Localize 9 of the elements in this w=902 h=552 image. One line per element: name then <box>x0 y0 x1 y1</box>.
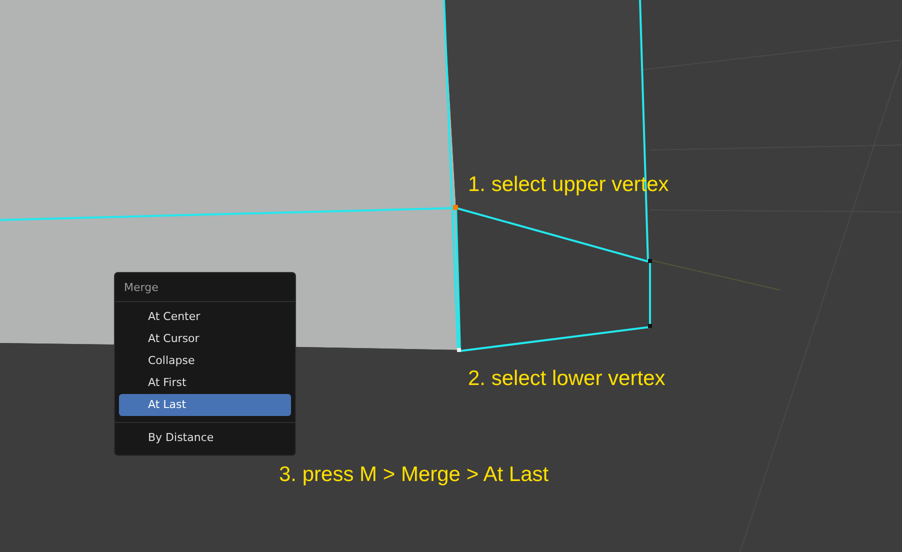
annotation-text: 3. press M > Merge > At Last <box>279 462 549 488</box>
menu-title: Merge <box>123 280 160 296</box>
menu-item[interactable]: Collapse <box>119 350 291 372</box>
menu-item[interactable]: At Last <box>119 394 291 416</box>
menu-item[interactable]: At First <box>119 372 291 394</box>
menu-item[interactable]: At Center <box>119 306 291 328</box>
annotation-text: 2. select lower vertex <box>468 366 666 392</box>
menu-item[interactable]: By Distance <box>119 427 291 449</box>
menu-item[interactable]: At Cursor <box>119 328 291 350</box>
